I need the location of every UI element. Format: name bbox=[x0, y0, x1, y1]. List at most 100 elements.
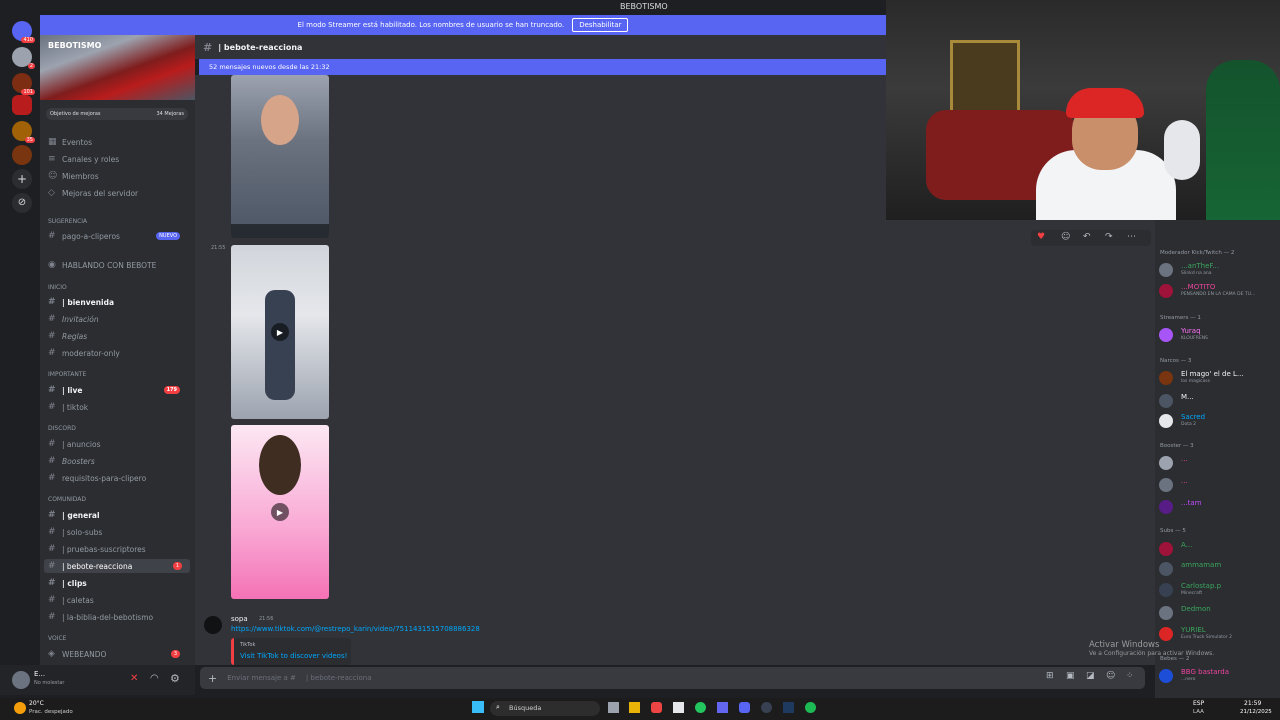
plus-icon[interactable]: + bbox=[208, 672, 217, 685]
start-icon[interactable] bbox=[472, 701, 484, 713]
teams-icon[interactable] bbox=[717, 702, 728, 713]
channel-reglas[interactable]: # Reglas bbox=[48, 331, 87, 341]
gift-icon[interactable]: ⊞ bbox=[1046, 671, 1054, 681]
member-row[interactable]: M... bbox=[1159, 392, 1277, 410]
channel-general[interactable]: # | general bbox=[48, 510, 100, 520]
member-row[interactable]: ...anTheF... Slinkd na ana bbox=[1159, 261, 1277, 279]
channel-anuncios[interactable]: # | anuncios bbox=[48, 439, 100, 449]
emoji-icon[interactable]: ☺ bbox=[1061, 232, 1070, 242]
discord-icon[interactable] bbox=[739, 702, 750, 713]
member-row[interactable]: Yuraq KLOUFRENS bbox=[1159, 326, 1277, 344]
sidebar-item-label: Canales y roles bbox=[62, 154, 120, 164]
lang-indicator[interactable]: ESP bbox=[1193, 700, 1204, 707]
obs-icon[interactable] bbox=[761, 702, 772, 713]
sidebar-item-hablando[interactable]: ◉ HABLANDO CON BEBOTE bbox=[48, 260, 156, 270]
server-icon[interactable]: 101 bbox=[12, 73, 35, 95]
member-row[interactable]: ... bbox=[1159, 476, 1277, 494]
embed-title[interactable]: Visit TikTok to discover videos! bbox=[240, 652, 347, 660]
server-icon-active[interactable] bbox=[12, 95, 32, 115]
server-icon[interactable] bbox=[12, 145, 32, 165]
member-row[interactable]: ... bbox=[1159, 454, 1277, 472]
category-importante[interactable]: IMPORTANTE bbox=[48, 371, 86, 378]
hash-icon: # bbox=[48, 231, 56, 241]
channel-clips[interactable]: # | clips bbox=[48, 578, 87, 588]
member-row[interactable]: ...MOTITO PENSANDO EN LA CAMA DE TU... bbox=[1159, 282, 1277, 300]
dm-badge: 410 bbox=[21, 37, 35, 43]
channel-boosters[interactable]: # Boosters bbox=[48, 456, 95, 466]
member-row[interactable]: A... bbox=[1159, 540, 1277, 558]
category-discord[interactable]: DISCORD bbox=[48, 425, 76, 432]
channel-pruebas[interactable]: # | pruebas-suscriptores bbox=[48, 544, 146, 554]
gif-icon[interactable]: ▣ bbox=[1066, 671, 1075, 681]
channel-bienvenida[interactable]: # | bienvenida bbox=[48, 297, 114, 307]
gear-icon[interactable]: ⚙ bbox=[170, 672, 180, 685]
task-view-icon[interactable] bbox=[608, 702, 619, 713]
steam-icon[interactable] bbox=[783, 702, 794, 713]
avatar[interactable] bbox=[12, 671, 30, 689]
play-icon[interactable]: ▶ bbox=[271, 323, 289, 341]
direct-messages-icon[interactable]: 410 bbox=[12, 21, 35, 43]
boost-goal[interactable]: Objetivo de mejoras 34 Mejoras bbox=[46, 108, 188, 120]
video-controls[interactable] bbox=[231, 224, 329, 238]
folder-icon[interactable] bbox=[629, 702, 640, 713]
server-icon[interactable]: 2 bbox=[12, 47, 35, 69]
channel-bebote-reacciona[interactable]: # | bebote-reacciona 1 bbox=[44, 559, 190, 573]
message-composer[interactable]: + Enviar mensaje a # | bebote-reacciona bbox=[200, 667, 1145, 689]
explore-icon[interactable]: ⊘ bbox=[12, 193, 32, 213]
member-row[interactable]: ammamam bbox=[1159, 560, 1277, 578]
new-messages-bar[interactable]: 52 mensajes nuevos desde las 21:32 bbox=[199, 59, 886, 75]
channel-requisitos[interactable]: # requisitos-para-clipero bbox=[48, 473, 146, 483]
calendar-icon[interactable] bbox=[673, 702, 684, 713]
reply-icon[interactable]: ↶ bbox=[1083, 232, 1091, 242]
channel-tiktok[interactable]: # | tiktok bbox=[48, 402, 88, 412]
member-row[interactable]: BBG bastarda ...nero bbox=[1159, 667, 1277, 685]
add-server-icon[interactable]: + bbox=[12, 169, 32, 189]
sidebar-item-pago[interactable]: # pago-a-cliperos NUEVO bbox=[48, 231, 188, 241]
clock-time[interactable]: 21:59 bbox=[1244, 700, 1261, 707]
sidebar-item-eventos[interactable]: ▦ Eventos bbox=[48, 137, 92, 147]
channel-moderator[interactable]: # moderator-only bbox=[48, 348, 120, 358]
channel-live[interactable]: # | live 179 bbox=[48, 385, 188, 395]
member-row[interactable]: Sacred Dota 2 bbox=[1159, 412, 1277, 430]
search-box[interactable]: ⌕ Búsqueda bbox=[490, 701, 600, 716]
message-link[interactable]: https://www.tiktok.com/@restrepo_karin/v… bbox=[231, 625, 480, 633]
emoji-icon[interactable]: ☺ bbox=[1106, 671, 1115, 681]
server-icon[interactable]: 35 bbox=[12, 121, 35, 143]
brave-icon[interactable] bbox=[651, 702, 662, 713]
video-embed[interactable]: ▶ bbox=[231, 245, 329, 419]
forward-icon[interactable]: ↷ bbox=[1105, 232, 1113, 242]
sidebar-item-miembros[interactable]: ☺ Miembros bbox=[48, 171, 99, 181]
chrome-icon[interactable] bbox=[695, 702, 706, 713]
disable-streamer-button[interactable]: Deshabilitar bbox=[572, 18, 629, 32]
member-row[interactable]: El mago' el de L... los magicass bbox=[1159, 369, 1277, 387]
member-row[interactable]: Carlostap.p Minecraft bbox=[1159, 581, 1277, 599]
mute-icon[interactable]: ✕ bbox=[130, 673, 138, 684]
video-embed[interactable] bbox=[231, 75, 329, 238]
sticker-icon[interactable]: ◪ bbox=[1086, 671, 1095, 681]
sidebar-item-mejoras[interactable]: ◇ Mejoras del servidor bbox=[48, 188, 138, 198]
channel-invitacion[interactable]: # Invitación bbox=[48, 314, 99, 324]
message-author[interactable]: sopa bbox=[231, 615, 248, 623]
channel-solo-subs[interactable]: # | solo-subs bbox=[48, 527, 102, 537]
apps-icon[interactable]: ⁘ bbox=[1126, 671, 1134, 681]
channel-caletas[interactable]: # | caletas bbox=[48, 595, 94, 605]
heart-icon[interactable]: ♥ bbox=[1037, 232, 1045, 242]
more-icon[interactable]: ⋯ bbox=[1127, 232, 1136, 242]
member-row[interactable]: Dedmon bbox=[1159, 604, 1277, 622]
video-embed[interactable]: ▶ bbox=[231, 425, 329, 599]
category-comunidad[interactable]: COMUNIDAD bbox=[48, 496, 86, 503]
avatar[interactable] bbox=[204, 616, 222, 634]
member-row[interactable]: ...tam bbox=[1159, 498, 1277, 516]
member-status: Slinkd na ana bbox=[1181, 271, 1212, 276]
sidebar-item-label: HABLANDO CON BEBOTE bbox=[62, 260, 157, 270]
sidebar-item-canales[interactable]: ≡ Canales y roles bbox=[48, 154, 119, 164]
play-icon[interactable]: ▶ bbox=[271, 503, 289, 521]
headphones-icon[interactable]: ◠ bbox=[150, 673, 159, 684]
channel-biblia[interactable]: # | la-biblia-del-bebotismo bbox=[48, 612, 153, 622]
category-voice[interactable]: VOICE bbox=[48, 635, 66, 642]
weather-icon[interactable] bbox=[14, 702, 26, 714]
spotify-icon[interactable] bbox=[805, 702, 816, 713]
category-inicio[interactable]: INICIO bbox=[48, 284, 67, 291]
server-name[interactable]: BEBOTISMO bbox=[48, 41, 101, 50]
channel-webeando[interactable]: ◈ WEBEANDO 3 bbox=[48, 649, 188, 659]
